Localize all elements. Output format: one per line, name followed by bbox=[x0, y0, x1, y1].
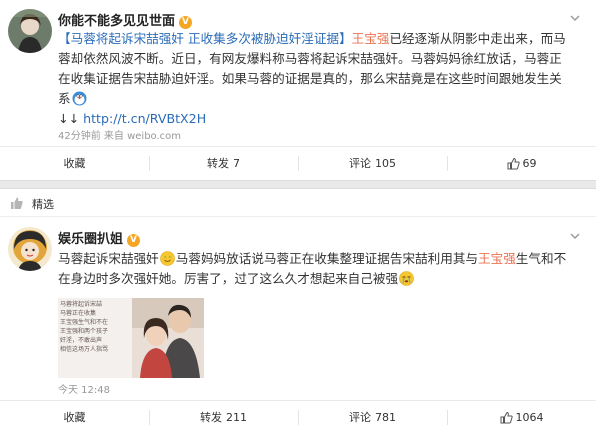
collect-label: 收藏 bbox=[63, 411, 86, 424]
comment-count: 781 bbox=[375, 410, 396, 424]
like-count: 1064 bbox=[515, 410, 544, 424]
doraemon-emoji-icon bbox=[72, 91, 87, 106]
post-text: 【马蓉将起诉宋喆强奸 正收集多次被胁迫奸淫证据】王宝强已经逐渐从阴影中走出来，而… bbox=[58, 29, 572, 129]
crying-emoji-icon bbox=[399, 271, 414, 286]
post-text: 马蓉起诉宋喆强奸 马蓉妈妈放话说马蓉正在收集整理证据告宋喆利用其与王宝强生气和不在… bbox=[58, 249, 572, 289]
caption-line: 马蓉将起诉宋喆 bbox=[60, 301, 103, 308]
caption-line: 相信这场万人指骂 bbox=[60, 346, 109, 353]
username[interactable]: 娱乐圈扒姐 V bbox=[58, 228, 141, 247]
repost-count: 7 bbox=[233, 156, 240, 170]
short-link[interactable]: http://t.cn/RVBtX2H bbox=[83, 111, 206, 126]
action-bar: 收藏 转发 7 评论 105 69 bbox=[0, 146, 596, 179]
repost-count: 211 bbox=[226, 410, 247, 424]
comment-label: 评论 bbox=[349, 157, 371, 170]
chevron-down-icon[interactable] bbox=[568, 229, 582, 243]
avatar[interactable] bbox=[8, 227, 52, 271]
image-caption-text: 马蓉将起诉宋喆 马蓉正在收集 王宝强生气和不在 王宝强和两个孩子 奸淫，不敢出声… bbox=[60, 300, 132, 354]
repost-label: 转发 bbox=[207, 157, 229, 170]
chevron-down-icon[interactable] bbox=[568, 11, 582, 25]
comment-button[interactable]: 评论 105 bbox=[298, 147, 447, 179]
post-body-b: 马蓉妈妈放话说马蓉正在收集整理证据告宋喆利用其与 bbox=[175, 251, 478, 266]
action-bar: 收藏 转发 211 评论 781 1064 bbox=[0, 400, 596, 433]
collect-button[interactable]: 收藏 bbox=[0, 401, 149, 433]
repost-button[interactable]: 转发 211 bbox=[149, 401, 298, 433]
weibo-post-1: 你能不能多见见世面 V 【马蓉将起诉宋喆强奸 正收集多次被胁迫奸淫证据】王宝强已经… bbox=[0, 0, 596, 180]
comment-count: 105 bbox=[375, 156, 396, 170]
post-image[interactable]: 马蓉将起诉宋喆 马蓉正在收集 王宝强生气和不在 王宝强和两个孩子 奸淫，不敢出声… bbox=[58, 298, 204, 378]
repost-button[interactable]: 转发 7 bbox=[149, 147, 298, 179]
collect-button[interactable]: 收藏 bbox=[0, 147, 149, 179]
name-highlight[interactable]: 王宝强 bbox=[352, 31, 390, 46]
post-divider bbox=[0, 180, 596, 189]
comment-label: 评论 bbox=[349, 411, 371, 424]
caption-line: 王宝强生气和不在 bbox=[60, 319, 109, 326]
verified-badge-icon: V bbox=[127, 234, 141, 247]
featured-bar: 精选 bbox=[0, 189, 596, 217]
verified-badge-icon: V bbox=[179, 16, 193, 29]
arrows-text: ↓↓ bbox=[58, 111, 80, 126]
caption-line: 奸淫，不敢出声 bbox=[60, 337, 103, 344]
featured-label: 精选 bbox=[32, 198, 54, 211]
username[interactable]: 你能不能多见见世面 V bbox=[58, 10, 193, 29]
couple-photo bbox=[132, 298, 204, 378]
like-count: 69 bbox=[522, 156, 537, 170]
post-body-a: 马蓉起诉宋喆强奸 bbox=[58, 251, 159, 266]
avatar[interactable] bbox=[8, 9, 52, 53]
featured-thumb-icon bbox=[11, 197, 23, 209]
thumbs-up-icon bbox=[500, 411, 513, 423]
repost-label: 转发 bbox=[200, 411, 222, 424]
smile-emoji-icon bbox=[159, 251, 175, 266]
collect-label: 收藏 bbox=[63, 157, 86, 170]
post-meta: 42分钟前 来自 weibo.com bbox=[58, 131, 182, 142]
name-highlight[interactable]: 王宝强 bbox=[478, 251, 516, 266]
weibo-post-2: 精选 娱乐圈扒姐 V 马蓉起诉宋喆强奸 马蓉妈妈放话说马蓉正在收集整理证据告宋喆利用… bbox=[0, 189, 596, 434]
post-meta: 今天 12:48 bbox=[58, 385, 110, 396]
caption-line: 马蓉正在收集 bbox=[60, 310, 97, 317]
thumbs-up-icon bbox=[507, 157, 520, 169]
username-label[interactable]: 娱乐圈扒姐 bbox=[58, 232, 123, 247]
caption-line: 王宝强和两个孩子 bbox=[60, 328, 109, 335]
username-label[interactable]: 你能不能多见见世面 bbox=[58, 14, 175, 29]
like-button[interactable]: 69 bbox=[447, 147, 596, 179]
comment-button[interactable]: 评论 781 bbox=[298, 401, 447, 433]
like-button[interactable]: 1064 bbox=[447, 401, 596, 433]
post-headline: 【马蓉将起诉宋喆强奸 正收集多次被胁迫奸淫证据】 bbox=[58, 31, 352, 46]
